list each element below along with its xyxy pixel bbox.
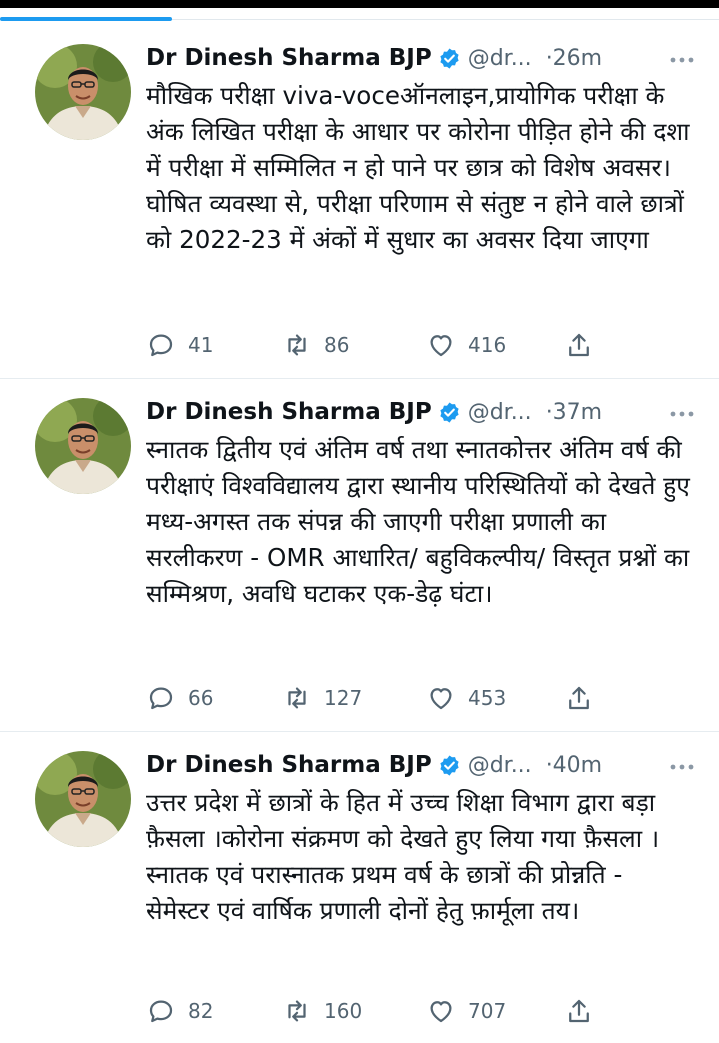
tweet[interactable]: Dr Dinesh Sharma BJP @dr... ·26m मौखिक प…: [0, 22, 719, 379]
tweet-header: Dr Dinesh Sharma BJP @dr... ·40m: [146, 747, 705, 783]
reply-button[interactable]: 41: [146, 327, 213, 363]
share-button[interactable]: [564, 680, 594, 716]
reply-count: 82: [188, 999, 214, 1023]
verified-badge-icon: [440, 754, 459, 776]
share-icon: [569, 333, 589, 357]
reply-button[interactable]: 82: [146, 993, 213, 1029]
reply-count: 41: [188, 333, 214, 357]
retweet-button[interactable]: 160: [282, 993, 362, 1029]
avatar-photo-icon: [35, 44, 131, 140]
tweet-header: Dr Dinesh Sharma BJP @dr... ·26m: [146, 40, 705, 76]
more-options-icon[interactable]: [667, 402, 697, 426]
reply-icon: [149, 687, 173, 710]
reply-button[interactable]: 66: [146, 680, 213, 716]
retweet-button[interactable]: 86: [282, 327, 349, 363]
avatar[interactable]: [35, 398, 131, 494]
more-options-icon[interactable]: [667, 755, 697, 779]
like-count: 707: [468, 999, 507, 1023]
like-button[interactable]: 453: [426, 680, 506, 716]
like-button[interactable]: 416: [426, 327, 506, 363]
retweet-icon: [288, 334, 306, 356]
tweet-time[interactable]: ·40m: [546, 753, 602, 778]
verified-badge-icon: [440, 47, 459, 69]
avatar-photo-icon: [35, 751, 131, 847]
retweet-count: 160: [324, 999, 363, 1023]
tweet-text: उत्तर प्रदेश में छात्रों के हित में उच्च…: [146, 788, 660, 925]
avatar[interactable]: [35, 751, 131, 847]
author-name[interactable]: Dr Dinesh Sharma BJP: [146, 399, 432, 425]
tweet-header: Dr Dinesh Sharma BJP @dr... ·37m: [146, 394, 705, 430]
share-button[interactable]: [564, 327, 594, 363]
retweet-count: 127: [324, 686, 363, 710]
heart-icon: [430, 1001, 452, 1023]
like-count: 453: [468, 686, 507, 710]
retweet-icon: [288, 687, 306, 709]
share-icon: [569, 999, 589, 1023]
retweet-count: 86: [324, 333, 350, 357]
heart-icon: [430, 688, 452, 710]
reply-count: 66: [188, 686, 214, 710]
tweet[interactable]: Dr Dinesh Sharma BJP @dr... ·37m स्नातक …: [0, 378, 719, 732]
author-handle[interactable]: @dr...: [468, 400, 532, 425]
active-tab-indicator: [0, 17, 172, 21]
tweet[interactable]: Dr Dinesh Sharma BJP @dr... ·40m उत्तर प…: [0, 731, 719, 1042]
like-button[interactable]: 707: [426, 993, 506, 1029]
heart-icon: [430, 335, 452, 357]
avatar[interactable]: [35, 44, 131, 140]
tweet-text: स्नातक द्वितीय एवं अंतिम वर्ष तथा स्नातक…: [146, 435, 690, 608]
top-status-bar: [0, 0, 719, 8]
author-name[interactable]: Dr Dinesh Sharma BJP: [146, 45, 432, 71]
author-handle[interactable]: @dr...: [468, 753, 532, 778]
reply-icon: [149, 334, 173, 357]
more-options-icon[interactable]: [667, 48, 697, 72]
avatar-photo-icon: [35, 398, 131, 494]
tweet-text: मौखिक परीक्षा viva-voceऑनलाइन,प्रायोगिक …: [146, 81, 690, 254]
share-button[interactable]: [564, 993, 594, 1029]
author-name[interactable]: Dr Dinesh Sharma BJP: [146, 752, 432, 778]
tweet-time[interactable]: ·37m: [546, 400, 602, 425]
verified-badge-icon: [440, 401, 459, 423]
tweet-time[interactable]: ·26m: [546, 46, 602, 71]
share-icon: [569, 686, 589, 710]
like-count: 416: [468, 333, 507, 357]
author-handle[interactable]: @dr...: [468, 46, 532, 71]
retweet-icon: [288, 1000, 306, 1022]
reply-icon: [149, 1000, 173, 1023]
retweet-button[interactable]: 127: [282, 680, 362, 716]
